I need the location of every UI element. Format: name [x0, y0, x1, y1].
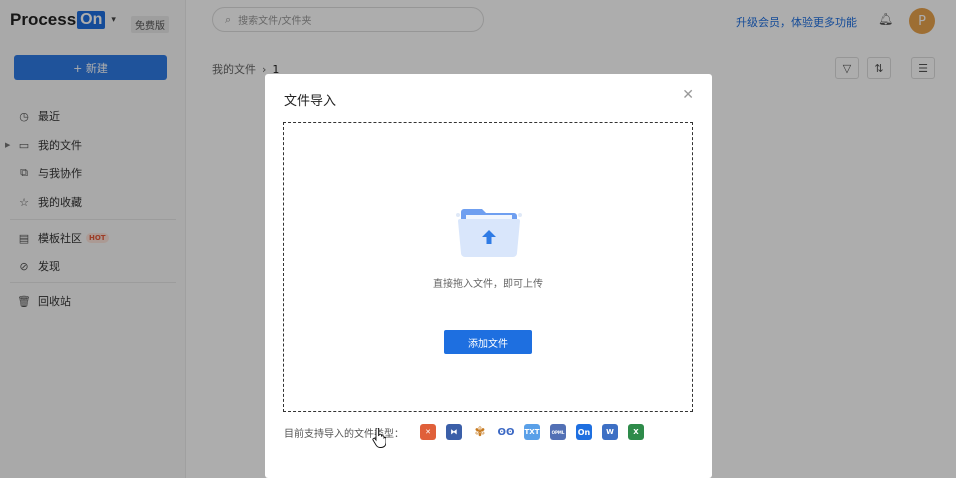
word-icon: W [602, 424, 618, 440]
import-dialog: 文件导入 ✕ 直接拖入文件，即可上传 添加文件 目前支持导入的文件类型： ✕ ⧓… [265, 74, 712, 478]
opml-icon: OPML [550, 424, 566, 440]
xmind-icon: ✕ [420, 424, 436, 440]
close-icon[interactable]: ✕ [682, 87, 694, 103]
supported-file-types: 目前支持导入的文件类型： ✕ ⧓ ✾ ʘʘ TXT OPML On W X [284, 424, 644, 440]
hand-cursor-icon [372, 428, 386, 448]
owl-icon: ʘʘ [497, 426, 515, 438]
dialog-title: 文件导入 [284, 94, 337, 109]
excel-icon: X [628, 424, 644, 440]
drop-hint: 直接拖入文件，即可上传 [433, 279, 543, 290]
butterfly-icon: ✾ [474, 424, 486, 440]
types-label: 目前支持导入的文件类型： [284, 428, 404, 440]
upload-folder-icon [456, 209, 522, 257]
txt-icon: TXT [524, 424, 540, 440]
processon-icon: On [576, 424, 592, 440]
mindmanager-icon: ⧓ [446, 424, 462, 440]
drop-zone[interactable]: 直接拖入文件，即可上传 添加文件 [283, 122, 693, 412]
add-file-button[interactable]: 添加文件 [444, 330, 532, 354]
